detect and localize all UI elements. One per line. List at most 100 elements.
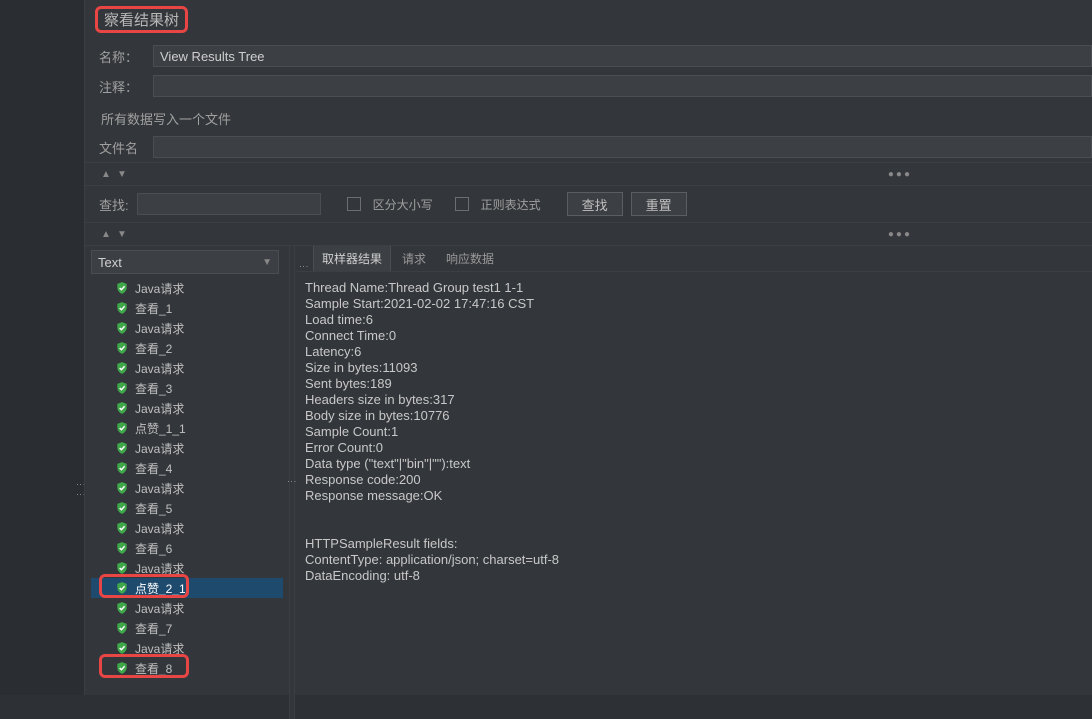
comment-label: 注释： — [99, 77, 145, 96]
comment-row: 注释： — [85, 71, 1092, 101]
shield-check-icon — [115, 521, 129, 535]
shield-check-icon — [115, 541, 129, 555]
shield-check-icon — [115, 441, 129, 455]
tree-item[interactable]: 查看_8 — [91, 658, 283, 678]
panel-title: 察看结果树 — [95, 6, 188, 33]
detail-body[interactable]: Thread Name:Thread Group test1 1-1 Sampl… — [295, 272, 1092, 592]
filename-row: 文件名 — [85, 132, 1092, 162]
tree-item-label: 查看_4 — [135, 460, 172, 477]
tree-item-label: Java请求 — [135, 600, 184, 617]
shield-check-icon — [115, 421, 129, 435]
name-input[interactable] — [153, 45, 1092, 67]
find-button[interactable]: 查找 — [567, 192, 623, 216]
tree-panel: Text ▼ Java请求查看_1Java请求查看_2Java请求查看_3Jav… — [85, 246, 289, 719]
name-label: 名称： — [99, 47, 145, 66]
tree-item-label: Java请求 — [135, 320, 184, 337]
filename-input[interactable] — [153, 136, 1092, 158]
tree-item-label: Java请求 — [135, 480, 184, 497]
tree-item[interactable]: 查看_2 — [91, 338, 283, 358]
case-label: 区分大小写 — [373, 196, 433, 213]
comment-input[interactable] — [153, 75, 1092, 97]
tree-item[interactable]: 查看_7 — [91, 618, 283, 638]
search-row: 查找: 区分大小写 正则表达式 查找 重置 — [85, 186, 1092, 222]
shield-check-icon — [115, 321, 129, 335]
tree-item-label: Java请求 — [135, 400, 184, 417]
tree-item[interactable]: Java请求 — [91, 638, 283, 658]
shield-check-icon — [115, 461, 129, 475]
tree-item-label: Java请求 — [135, 560, 184, 577]
tree-item[interactable]: Java请求 — [91, 398, 283, 418]
tree-item[interactable]: 查看_1 — [91, 298, 283, 318]
collapse-up-icon[interactable]: ▲ — [99, 227, 113, 241]
name-row: 名称： — [85, 41, 1092, 71]
shield-check-icon — [115, 581, 129, 595]
left-gutter: ⋮⋮ — [0, 0, 84, 695]
shield-check-icon — [115, 601, 129, 615]
shield-check-icon — [115, 501, 129, 515]
dropdown-value: Text — [98, 255, 122, 270]
tree-item-label: 点赞_1_1 — [135, 420, 186, 437]
chevron-down-icon: ▼ — [262, 257, 272, 268]
tree-item[interactable]: Java请求 — [91, 478, 283, 498]
case-checkbox[interactable] — [347, 197, 361, 211]
collapse-up-icon[interactable]: ▲ — [99, 167, 113, 181]
shield-check-icon — [115, 561, 129, 575]
main-panel: 察看结果树 名称： 注释： 所有数据写入一个文件 文件名 ▲ ▼ ●●● 查找:… — [84, 0, 1092, 695]
tree-item[interactable]: 查看_3 — [91, 378, 283, 398]
tree-item[interactable]: Java请求 — [91, 278, 283, 298]
tree-item[interactable]: Java请求 — [91, 558, 283, 578]
tree-item[interactable]: 查看_5 — [91, 498, 283, 518]
tree-item[interactable]: Java请求 — [91, 318, 283, 338]
drag-dots-icon[interactable]: ●●● — [888, 169, 912, 180]
shield-check-icon — [115, 381, 129, 395]
tree-list: Java请求查看_1Java请求查看_2Java请求查看_3Java请求点赞_1… — [91, 278, 283, 678]
collapse-down-icon[interactable]: ▼ — [115, 167, 129, 181]
filename-label: 文件名 — [99, 138, 145, 157]
shield-check-icon — [115, 481, 129, 495]
tree-item[interactable]: Java请求 — [91, 438, 283, 458]
content-row: Text ▼ Java请求查看_1Java请求查看_2Java请求查看_3Jav… — [85, 246, 1092, 719]
shield-check-icon — [115, 641, 129, 655]
collapse-row-1: ▲ ▼ ●●● — [85, 162, 1092, 186]
tree-item-label: Java请求 — [135, 440, 184, 457]
tree-item-label: Java请求 — [135, 520, 184, 537]
vertical-grip-icon[interactable]: ⋮⋮ — [76, 480, 84, 500]
search-label: 查找: — [99, 195, 129, 214]
tree-item[interactable]: Java请求 — [91, 518, 283, 538]
drag-dots-icon[interactable]: ●●● — [888, 229, 912, 240]
tree-item[interactable]: Java请求 — [91, 358, 283, 378]
shield-check-icon — [115, 401, 129, 415]
write-all-label: 所有数据写入一个文件 — [85, 101, 1092, 132]
regex-label: 正则表达式 — [481, 196, 541, 213]
detail-panel: ⋮ 取样器结果 请求 响应数据 Thread Name:Thread Group… — [295, 246, 1092, 719]
detail-tabs: ⋮ 取样器结果 请求 响应数据 — [295, 246, 1092, 272]
tab-request[interactable]: 请求 — [393, 245, 435, 271]
shield-check-icon — [115, 301, 129, 315]
tree-item-label: Java请求 — [135, 640, 184, 657]
shield-check-icon — [115, 621, 129, 635]
shield-check-icon — [115, 281, 129, 295]
tree-item-label: 查看_6 — [135, 540, 172, 557]
reset-button[interactable]: 重置 — [631, 192, 687, 216]
tree-item[interactable]: 点赞_1_1 — [91, 418, 283, 438]
tree-item-label: 查看_1 — [135, 300, 172, 317]
collapse-row-2: ▲ ▼ ●●● — [85, 222, 1092, 246]
tab-response[interactable]: 响应数据 — [437, 245, 503, 271]
tree-item-label: 查看_2 — [135, 340, 172, 357]
shield-check-icon — [115, 661, 129, 675]
drag-dots-icon[interactable]: ⋮ — [299, 262, 309, 271]
tree-item-label: Java请求 — [135, 360, 184, 377]
tree-item[interactable]: 查看_4 — [91, 458, 283, 478]
collapse-down-icon[interactable]: ▼ — [115, 227, 129, 241]
tree-item[interactable]: 点赞_2_1 — [91, 578, 283, 598]
regex-checkbox[interactable] — [455, 197, 469, 211]
tab-sampler-result[interactable]: 取样器结果 — [313, 245, 391, 271]
tree-item[interactable]: Java请求 — [91, 598, 283, 618]
tree-item[interactable]: 查看_6 — [91, 538, 283, 558]
tree-item-label: 查看_7 — [135, 620, 172, 637]
tree-item-label: 查看_8 — [135, 660, 172, 677]
renderer-dropdown[interactable]: Text ▼ — [91, 250, 279, 274]
panel-title-row: 察看结果树 — [85, 0, 1092, 41]
search-input[interactable] — [137, 193, 321, 215]
tree-item-label: 查看_3 — [135, 380, 172, 397]
